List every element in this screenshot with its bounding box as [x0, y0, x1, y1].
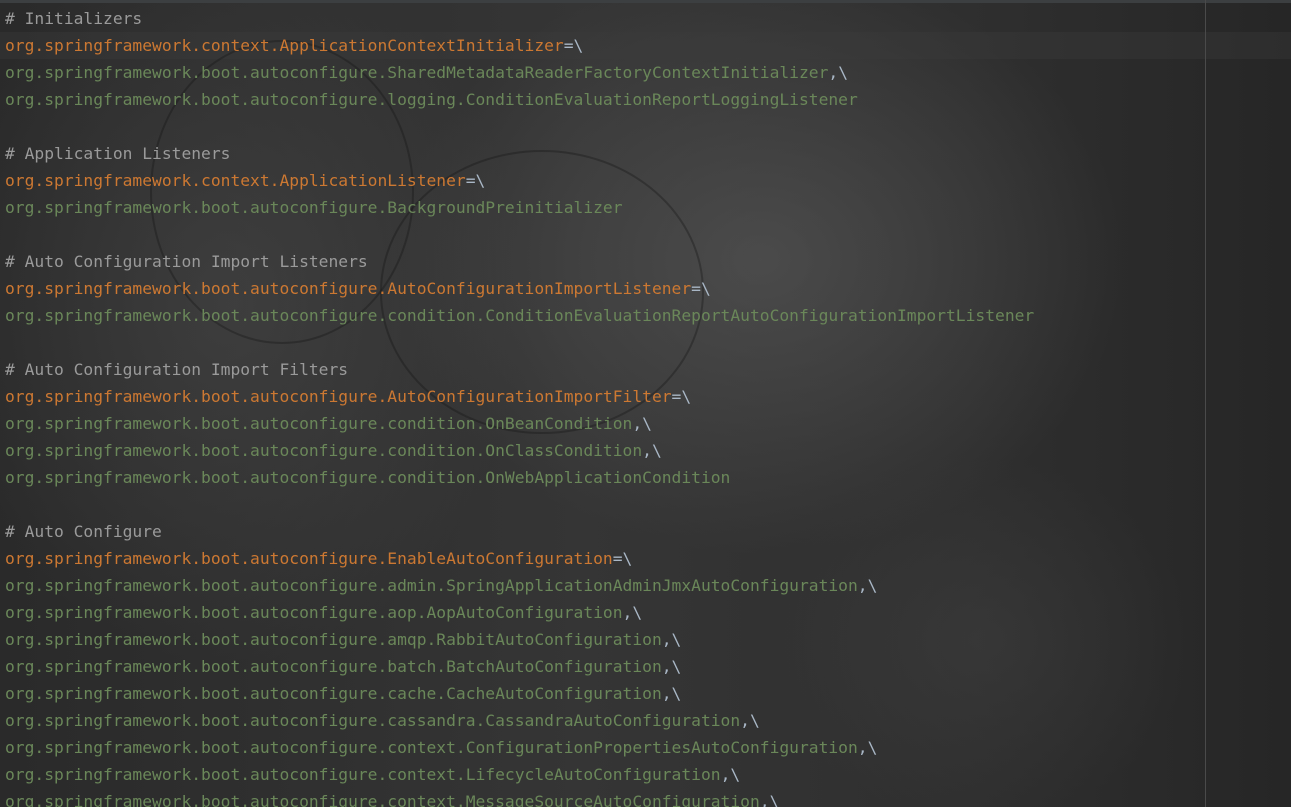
code-line[interactable]: org.springframework.boot.autoconfigure.B…	[5, 194, 1034, 221]
code-line[interactable]: # Auto Configure	[5, 518, 1034, 545]
blank-line[interactable]	[5, 221, 1034, 248]
comment-text: # Application Listeners	[5, 144, 231, 163]
property-value: org.springframework.boot.autoconfigure.c…	[5, 738, 858, 757]
code-line[interactable]: org.springframework.boot.autoconfigure.c…	[5, 410, 1034, 437]
code-line[interactable]: org.springframework.boot.autoconfigure.A…	[5, 383, 1034, 410]
blank-line[interactable]	[5, 113, 1034, 140]
code-line[interactable]: org.springframework.boot.autoconfigure.c…	[5, 788, 1034, 807]
blank-line[interactable]	[5, 491, 1034, 518]
property-key: org.springframework.boot.autoconfigure.A…	[5, 279, 692, 298]
code-editor[interactable]: # Initializers org.springframework.contex…	[0, 0, 1291, 807]
line-continuation: ,\	[632, 414, 652, 433]
property-value: org.springframework.boot.autoconfigure.a…	[5, 603, 623, 622]
property-value: org.springframework.boot.autoconfigure.c…	[5, 306, 1035, 325]
code-line[interactable]: org.springframework.boot.autoconfigure.b…	[5, 653, 1034, 680]
line-continuation: ,\	[661, 630, 682, 649]
property-value: org.springframework.boot.autoconfigure.c…	[5, 441, 643, 460]
code-line[interactable]: org.springframework.boot.autoconfigure.S…	[5, 59, 1034, 86]
property-value: org.springframework.boot.autoconfigure.S…	[5, 63, 829, 82]
code-line[interactable]: org.springframework.boot.autoconfigure.c…	[5, 707, 1034, 734]
code-line[interactable]: org.springframework.boot.autoconfigure.c…	[5, 734, 1034, 761]
code-line[interactable]: # Auto Configuration Import Listeners	[5, 248, 1034, 275]
comment-text: # Initializers	[5, 9, 143, 28]
line-continuation: ,\	[720, 765, 741, 784]
code-lines[interactable]: # Initializers org.springframework.contex…	[5, 5, 1034, 807]
property-value: org.springframework.boot.autoconfigure.c…	[5, 711, 741, 730]
code-line[interactable]: org.springframework.boot.autoconfigure.a…	[5, 626, 1034, 653]
property-value: org.springframework.boot.autoconfigure.B…	[5, 198, 623, 217]
assignment-operator: =\	[612, 549, 633, 568]
code-line[interactable]: org.springframework.context.ApplicationC…	[5, 32, 1034, 59]
assignment-operator: =\	[465, 171, 486, 190]
assignment-operator: =\	[563, 36, 584, 55]
code-line[interactable]: org.springframework.boot.autoconfigure.c…	[5, 437, 1034, 464]
assignment-operator: =\	[691, 279, 711, 298]
code-line[interactable]: org.springframework.boot.autoconfigure.a…	[5, 599, 1034, 626]
property-value: org.springframework.boot.autoconfigure.c…	[5, 468, 731, 487]
code-line[interactable]: org.springframework.boot.autoconfigure.c…	[5, 464, 1034, 491]
property-value: org.springframework.boot.autoconfigure.a…	[5, 576, 858, 595]
code-line[interactable]: org.springframework.context.ApplicationL…	[5, 167, 1034, 194]
property-key: org.springframework.boot.autoconfigure.A…	[5, 387, 672, 406]
property-value: org.springframework.boot.autoconfigure.l…	[5, 90, 858, 109]
blank-line[interactable]	[5, 329, 1034, 356]
assignment-operator: =\	[671, 387, 692, 406]
code-line[interactable]: org.springframework.boot.autoconfigure.c…	[5, 761, 1034, 788]
line-continuation: ,\	[857, 576, 878, 595]
code-line[interactable]: # Initializers	[5, 5, 1034, 32]
code-line[interactable]: org.springframework.boot.autoconfigure.l…	[5, 86, 1034, 113]
property-value: org.springframework.boot.autoconfigure.a…	[5, 630, 662, 649]
property-value: org.springframework.boot.autoconfigure.b…	[5, 657, 662, 676]
line-continuation: ,\	[857, 738, 878, 757]
comment-text: # Auto Configuration Import Filters	[5, 360, 349, 379]
property-value: org.springframework.boot.autoconfigure.c…	[5, 414, 633, 433]
code-line[interactable]: org.springframework.boot.autoconfigure.A…	[5, 275, 1034, 302]
code-line[interactable]: # Application Listeners	[5, 140, 1034, 167]
property-key: org.springframework.context.ApplicationL…	[5, 171, 466, 190]
property-key: org.springframework.boot.autoconfigure.E…	[5, 549, 613, 568]
property-key: org.springframework.context.ApplicationC…	[5, 36, 564, 55]
property-value: org.springframework.boot.autoconfigure.c…	[5, 684, 662, 703]
code-line[interactable]: org.springframework.boot.autoconfigure.a…	[5, 572, 1034, 599]
right-margin-guide	[1205, 0, 1206, 807]
code-line[interactable]: org.springframework.boot.autoconfigure.c…	[5, 680, 1034, 707]
code-line[interactable]: # Auto Configuration Import Filters	[5, 356, 1034, 383]
editor-top-border	[0, 0, 1291, 3]
code-line[interactable]: org.springframework.boot.autoconfigure.E…	[5, 545, 1034, 572]
comment-text: # Auto Configuration Import Listeners	[5, 252, 368, 271]
code-line[interactable]: org.springframework.boot.autoconfigure.c…	[5, 302, 1034, 329]
line-continuation: ,\	[622, 603, 643, 622]
line-continuation: ,\	[661, 657, 682, 676]
property-value: org.springframework.boot.autoconfigure.c…	[5, 765, 721, 784]
line-continuation: ,\	[661, 684, 682, 703]
line-continuation: ,\	[759, 792, 780, 807]
line-continuation: ,\	[828, 63, 848, 82]
comment-text: # Auto Configure	[5, 522, 162, 541]
line-continuation: ,\	[740, 711, 760, 730]
property-value: org.springframework.boot.autoconfigure.c…	[5, 792, 760, 807]
line-continuation: ,\	[642, 441, 662, 460]
